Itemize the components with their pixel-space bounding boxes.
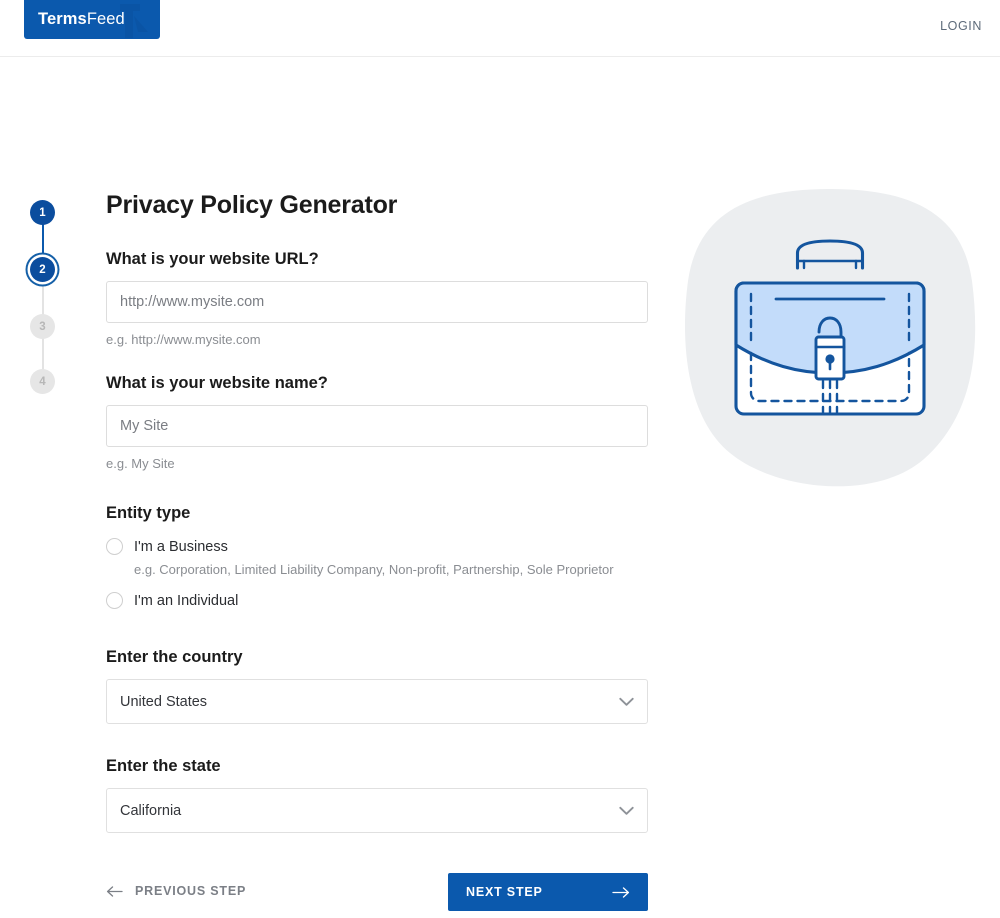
radio-business-hint: e.g. Corporation, Limited Liability Comp… [134, 562, 648, 577]
page-title: Privacy Policy Generator [106, 191, 648, 220]
briefcase-illustration [680, 185, 980, 490]
next-step-button[interactable]: NEXT STEP [448, 873, 648, 911]
generator-form: Privacy Policy Generator What is your we… [106, 191, 648, 918]
previous-step-button[interactable]: PREVIOUS STEP [106, 884, 246, 898]
arrow-left-icon [106, 886, 123, 897]
logo-text: TermsFeed [38, 10, 125, 29]
website-name-input[interactable] [106, 405, 648, 447]
termsfeed-logo[interactable]: TermsFeed [24, 0, 160, 39]
step-4[interactable]: 4 [30, 369, 55, 394]
radio-business-label: I'm a Business [134, 539, 228, 555]
url-field-hint: e.g. http://www.mysite.com [106, 332, 648, 347]
radio-business-icon[interactable] [106, 538, 123, 555]
radio-individual-label: I'm an Individual [134, 593, 238, 609]
country-select-wrap: United States [106, 679, 648, 724]
state-select[interactable]: California [106, 788, 648, 833]
name-field-hint: e.g. My Site [106, 456, 648, 471]
entity-type-label: Entity type [106, 504, 648, 523]
name-field-label: What is your website name? [106, 374, 648, 393]
logo-text-regular: Feed [87, 10, 125, 28]
step-3[interactable]: 3 [30, 314, 55, 339]
website-url-input[interactable] [106, 281, 648, 323]
step-1[interactable]: 1 [30, 200, 55, 225]
arrow-right-icon [612, 887, 630, 898]
radio-individual-icon[interactable] [106, 592, 123, 609]
site-header: TermsFeed LOGIN [0, 0, 1000, 57]
state-select-wrap: California [106, 788, 648, 833]
country-field-label: Enter the country [106, 648, 648, 667]
step-indicator: 1 2 3 4 [30, 200, 56, 400]
step-2[interactable]: 2 [30, 257, 55, 282]
logo-text-bold: Terms [38, 10, 87, 28]
form-actions: PREVIOUS STEP NEXT STEP [106, 880, 648, 918]
previous-step-label: PREVIOUS STEP [135, 884, 246, 898]
url-field-label: What is your website URL? [106, 250, 648, 269]
page-body: 1 2 3 4 Privacy Policy Generator What is… [0, 57, 1000, 897]
country-select[interactable]: United States [106, 679, 648, 724]
state-field-label: Enter the state [106, 757, 648, 776]
login-link[interactable]: LOGIN [940, 19, 982, 33]
radio-individual[interactable]: I'm an Individual [106, 592, 648, 609]
radio-business[interactable]: I'm a Business [106, 538, 648, 555]
